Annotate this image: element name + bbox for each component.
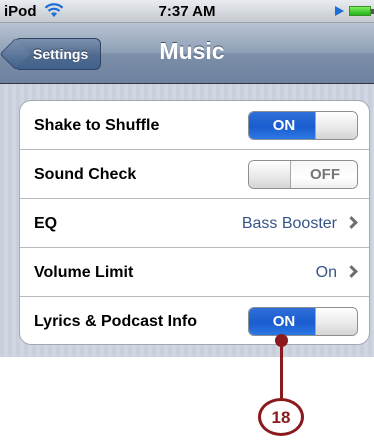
play-icon (335, 6, 344, 16)
settings-group: Shake to Shuffle ON Sound Check OFF EQ B… (19, 100, 370, 345)
battery-icon (349, 6, 371, 16)
callout-dot (275, 334, 288, 347)
page-title: Music (159, 38, 225, 64)
setting-row-sound-check: Sound Check OFF (20, 150, 369, 199)
setting-row-volume-limit[interactable]: Volume Limit On (20, 248, 369, 297)
chevron-right-icon (345, 265, 358, 278)
setting-label: Lyrics & Podcast Info (34, 313, 197, 330)
setting-label: Volume Limit (34, 264, 134, 281)
status-time: 7:37 AM (158, 3, 216, 20)
sound-check-toggle[interactable]: OFF (248, 160, 358, 189)
setting-label: Shake to Shuffle (34, 117, 160, 134)
setting-value: Bass Booster (241, 215, 337, 232)
toggle-state: ON (249, 308, 319, 335)
setting-label: EQ (34, 215, 58, 232)
toggle-knob (249, 161, 291, 188)
navigation-bar: Settings Music (0, 23, 374, 84)
setting-row-eq[interactable]: EQ Bass Booster (20, 199, 369, 248)
toggle-state: ON (249, 112, 319, 139)
setting-label: Sound Check (34, 166, 137, 183)
setting-row-shake-to-shuffle: Shake to Shuffle ON (20, 101, 369, 150)
toggle-knob (315, 112, 357, 139)
chevron-right-icon (345, 216, 358, 229)
callout-number: 18 (258, 398, 304, 436)
callout-line (280, 339, 283, 400)
lyrics-podcast-info-toggle[interactable]: ON (248, 307, 358, 336)
shake-to-shuffle-toggle[interactable]: ON (248, 111, 358, 140)
toggle-state: OFF (289, 161, 357, 188)
ipod-screen: iPod 7:37 AM Settings Music Shake to Shu… (0, 0, 374, 357)
toggle-knob (315, 308, 357, 335)
setting-row-lyrics-podcast-info: Lyrics & Podcast Info ON (20, 297, 369, 344)
status-bar: iPod 7:37 AM (0, 0, 374, 23)
setting-value: On (315, 264, 337, 281)
